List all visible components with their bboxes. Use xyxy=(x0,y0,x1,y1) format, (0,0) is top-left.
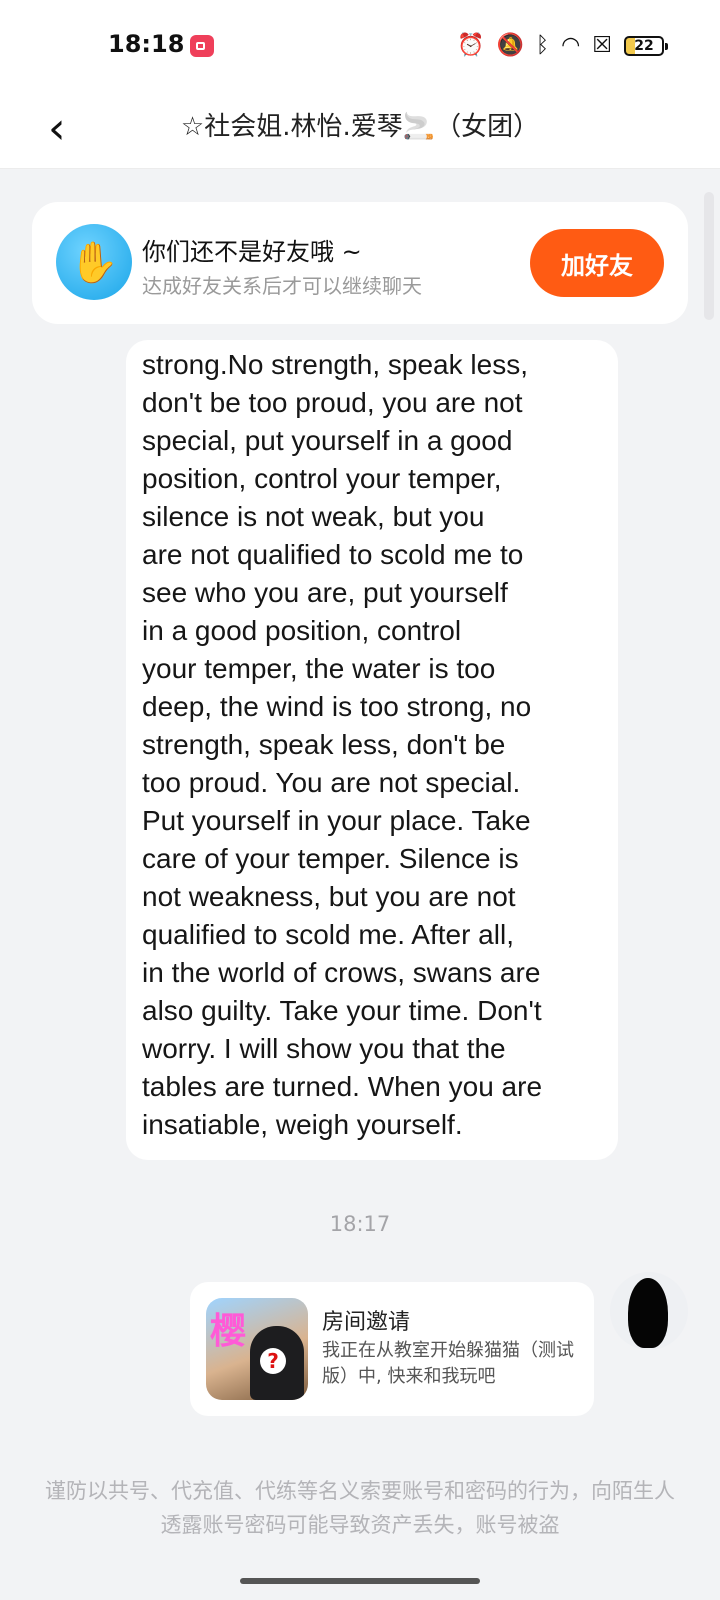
game-icon-text: 樱 xyxy=(210,1311,247,1352)
invite-description: 我正在从教室开始躲猫猫（测试版）中, 快来和我玩吧 xyxy=(322,1340,574,1387)
avatar[interactable] xyxy=(610,1272,688,1350)
home-indicator[interactable] xyxy=(240,1578,480,1584)
security-notice: 谨防以共号、代充值、代练等名义索要账号和密码的行为，向陌生人透露账号密码可能导致… xyxy=(45,1479,675,1537)
status-icons: ⏰ 🔕 ᛒ ◠ ☒ 22 xyxy=(457,30,668,62)
wave-hand-icon: ✋ xyxy=(56,224,132,300)
banner-title: 你们还不是好友哦 ~ xyxy=(142,238,362,266)
message-timestamp: 18:17 xyxy=(329,1212,391,1236)
chat-header: ‹ ☆社会姐.林怡.爱琴🚬（女团） xyxy=(0,92,720,169)
message-bubble[interactable]: strong.No strength, speak less, don't be… xyxy=(126,340,618,1160)
add-friend-button[interactable]: 加好友 xyxy=(530,229,664,297)
silhouette-avatar-icon xyxy=(628,1278,668,1348)
question-mark-icon: ? xyxy=(260,1348,286,1374)
alarm-icon: ⏰ xyxy=(457,33,485,58)
banner-subtitle: 达成好友关系后才可以继续聊天 xyxy=(142,274,422,298)
no-sim-icon: ☒ xyxy=(592,33,612,58)
mute-icon: 🔕 xyxy=(496,33,524,58)
scrollbar[interactable] xyxy=(704,192,714,320)
battery-icon: 22 xyxy=(624,36,668,56)
invite-title: 房间邀请 xyxy=(322,1310,411,1335)
status-time: 18:18 xyxy=(108,30,185,58)
screen-record-icon xyxy=(190,35,214,57)
chevron-left-icon[interactable]: ‹ xyxy=(48,104,88,154)
status-bar: 18:18 ⏰ 🔕 ᛒ ◠ ☒ 22 xyxy=(0,0,720,92)
bluetooth-icon: ᛒ xyxy=(535,33,550,58)
friend-request-banner: ✋ 你们还不是好友哦 ~ 达成好友关系后才可以继续聊天 加好友 xyxy=(32,202,688,324)
chat-title: ☆社会姐.林怡.爱琴🚬（女团） xyxy=(180,112,540,142)
message-text: strong.No strength, speak less, don't be… xyxy=(142,349,543,1140)
wifi-icon: ◠ xyxy=(561,33,581,58)
game-thumbnail: 樱 ? xyxy=(206,1298,308,1400)
room-invite-card[interactable]: 樱 ? 房间邀请 我正在从教室开始躲猫猫（测试版）中, 快来和我玩吧 xyxy=(190,1282,594,1416)
